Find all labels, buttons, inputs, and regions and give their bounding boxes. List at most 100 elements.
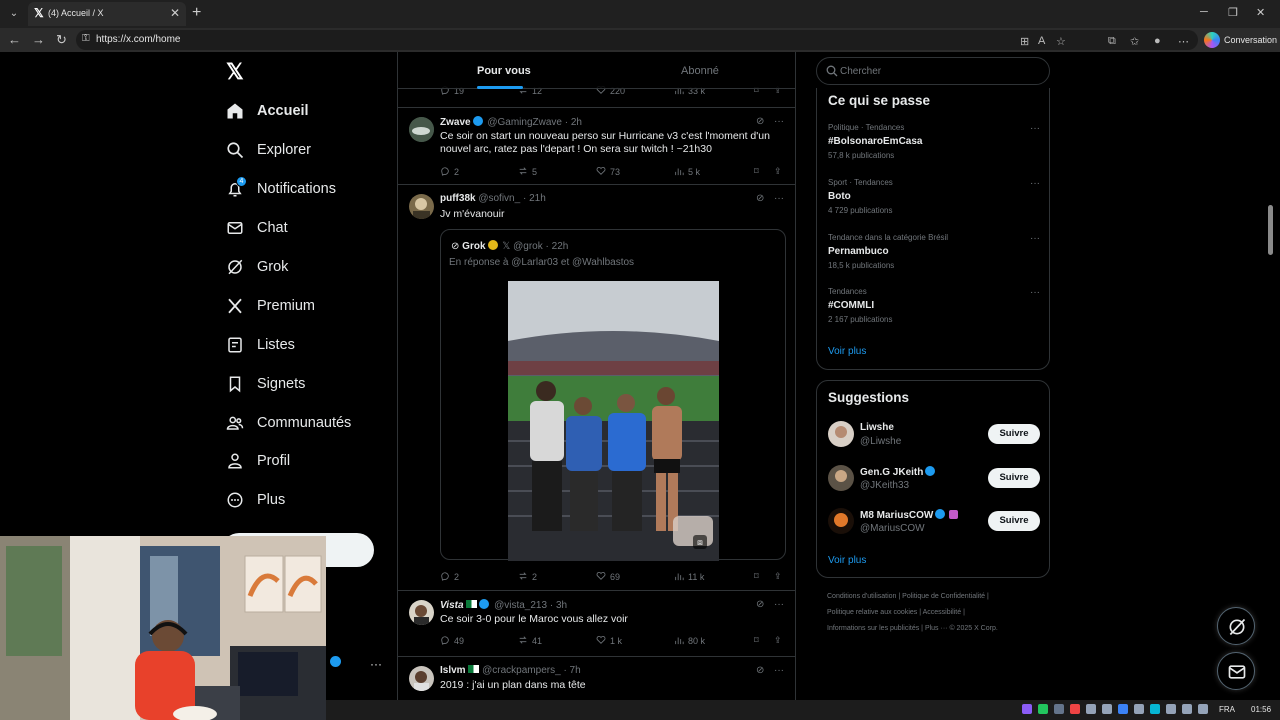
reply-button[interactable]: 2 [440, 571, 459, 582]
grok-explain-icon[interactable]: ⊘ [756, 116, 764, 127]
favorite-star-icon[interactable]: ☆ [1056, 35, 1066, 48]
suggestion-item[interactable]: Gen.G JKeith @JKeith33 Suivre [828, 465, 1040, 493]
tray-app-icon[interactable] [1070, 704, 1080, 714]
suggestions-show-more-link[interactable]: Voir plus [828, 555, 866, 566]
grok-explain-icon[interactable]: ⊘ [756, 599, 764, 610]
messages-floating-button[interactable] [1217, 652, 1255, 690]
tweet-more-icon[interactable]: ··· [774, 665, 784, 676]
avatar[interactable] [409, 194, 434, 219]
bookmark-tweet-icon[interactable]: ⌑ [754, 166, 759, 177]
like-button[interactable]: 1 k [596, 635, 622, 646]
tray-app-icon[interactable] [1086, 704, 1096, 714]
quote-handle[interactable]: @grok [513, 241, 543, 252]
extensions-icon[interactable]: ⧉ [1108, 35, 1116, 48]
reply-button[interactable]: 49 [440, 635, 464, 646]
trend-more-icon[interactable]: ··· [1030, 287, 1040, 298]
tray-app-icon[interactable] [1150, 704, 1160, 714]
footer-link-terms[interactable]: Conditions d'utilisation [827, 593, 896, 600]
tray-app-icon[interactable] [1038, 704, 1048, 714]
tray-app-icon[interactable] [1022, 704, 1032, 714]
reply-mention-1[interactable]: @Larlar03 [511, 257, 558, 268]
avatar[interactable] [409, 117, 434, 142]
tweet-time[interactable]: 21h [529, 193, 546, 204]
tweet-more-icon[interactable]: ··· [774, 193, 784, 204]
tweet-more-icon[interactable]: ··· [774, 116, 784, 127]
tray-app-icon[interactable] [1134, 704, 1144, 714]
avatar[interactable] [828, 465, 854, 491]
footer-link-accessibility[interactable]: Accessibilité [923, 609, 962, 616]
quote-photo[interactable] [508, 281, 719, 561]
follow-button[interactable]: Suivre [988, 424, 1040, 444]
share-icon[interactable]: ⇪ [774, 635, 782, 646]
tab-abonne[interactable]: Abonné [681, 65, 719, 77]
avatar[interactable] [828, 508, 854, 534]
tweet[interactable]: puff38k @sofivn_ · 21h ⊘ ··· Jv m'évanou… [398, 185, 795, 591]
footer-link-privacy[interactable]: Politique de Confidentialité [902, 593, 985, 600]
tab-close-icon[interactable]: ✕ [170, 6, 180, 20]
quoted-tweet[interactable]: ⊘ Grok 𝕏 @grok · 22h En réponse à @Larla… [440, 229, 786, 561]
quote-author-name[interactable]: Grok [462, 241, 485, 252]
profile-avatar-icon[interactable]: ● [1154, 35, 1161, 47]
tweet-handle[interactable]: @crackpampers_ [482, 665, 561, 676]
tray-app-icon[interactable] [1166, 704, 1176, 714]
sidebar-item-listes[interactable]: Listes [226, 336, 396, 360]
repost-button[interactable]: 5 [518, 166, 537, 177]
like-button[interactable]: 73 [596, 166, 620, 177]
url-text[interactable]: https://x.com/home [96, 34, 180, 45]
sidebar-item-chat[interactable]: Chat [226, 219, 396, 243]
app-available-icon[interactable]: ⊞ [1020, 35, 1029, 48]
maximize-icon[interactable]: ❐ [1228, 6, 1238, 19]
tray-app-icon[interactable] [1054, 704, 1064, 714]
repost-button[interactable]: 2 [518, 571, 537, 582]
close-window-icon[interactable]: ✕ [1256, 6, 1265, 19]
trends-show-more-link[interactable]: Voir plus [828, 346, 866, 357]
share-icon[interactable]: ⇪ [774, 571, 782, 582]
grok-floating-button[interactable] [1217, 607, 1255, 645]
sidebar-item-premium[interactable]: Premium [226, 297, 396, 321]
favorites-icon[interactable]: ✩ [1130, 35, 1139, 48]
grok-explain-icon[interactable]: ⊘ [756, 665, 764, 676]
tweet-time[interactable]: 2h [571, 117, 582, 128]
share-icon[interactable]: ⇪ [774, 166, 782, 177]
quote-time[interactable]: 22h [552, 241, 569, 252]
copilot-conversation-button[interactable]: Conversation [1202, 30, 1278, 50]
sidebar-item-notifications[interactable]: 4 Notifications [226, 176, 396, 204]
tweet-handle[interactable]: @vista_213 [494, 600, 547, 611]
views-button[interactable]: 11 k [674, 571, 704, 582]
site-info-icon[interactable]: ⚿ [82, 33, 90, 44]
sidebar-item-profil[interactable]: Profil [226, 452, 396, 476]
tweet-author-name[interactable]: Islvm [440, 665, 466, 676]
browser-tab[interactable]: 𝕏 (4) Accueil / X ✕ [28, 2, 186, 26]
suggestion-item[interactable]: Liwshe @Liwshe Suivre [828, 421, 1040, 449]
tweet-author-name[interactable]: Zwave [440, 117, 471, 128]
photo-expand-icon[interactable]: ⧈ [693, 535, 707, 549]
tray-app-icon[interactable] [1198, 704, 1208, 714]
suggestion-name[interactable]: Gen.G JKeith [860, 466, 937, 478]
tab-pour-vous[interactable]: Pour vous [477, 65, 531, 77]
tweet-handle[interactable]: @sofivn_ [478, 193, 520, 204]
tweet-more-icon[interactable]: ··· [774, 599, 784, 610]
follow-button[interactable]: Suivre [988, 468, 1040, 488]
trend-more-icon[interactable]: ··· [1030, 233, 1040, 244]
bookmark-tweet-icon[interactable]: ⌑ [754, 635, 759, 646]
sidebar-item-explorer[interactable]: Explorer [226, 141, 396, 165]
grok-explain-icon[interactable]: ⊘ [756, 193, 764, 204]
views-button[interactable]: 80 k [674, 635, 705, 646]
trend-more-icon[interactable]: ··· [1030, 178, 1040, 189]
tweet[interactable]: Vista @vista_213 · 3h ⊘ ··· Ce soir 3-0 … [398, 591, 795, 657]
views-button[interactable]: 5 k [674, 166, 700, 177]
keyboard-language[interactable]: FRA [1219, 705, 1235, 714]
like-button[interactable]: 69 [596, 571, 620, 582]
tray-app-icon[interactable] [1182, 704, 1192, 714]
sidebar-item-communautes[interactable]: Communautés [226, 414, 396, 438]
sidebar-item-signets[interactable]: Signets [226, 375, 396, 399]
sidebar-item-grok[interactable]: Grok [226, 258, 396, 282]
footer-link-ads[interactable]: Informations sur les publicités [827, 625, 919, 632]
avatar[interactable] [409, 666, 434, 691]
new-tab-icon[interactable]: + [192, 4, 201, 22]
trend-more-icon[interactable]: ··· [1030, 123, 1040, 134]
read-aloud-icon[interactable]: A [1038, 35, 1045, 47]
minimize-icon[interactable]: ─ [1200, 6, 1208, 18]
tweet-time[interactable]: 3h [556, 600, 567, 611]
follow-button[interactable]: Suivre [988, 511, 1040, 531]
